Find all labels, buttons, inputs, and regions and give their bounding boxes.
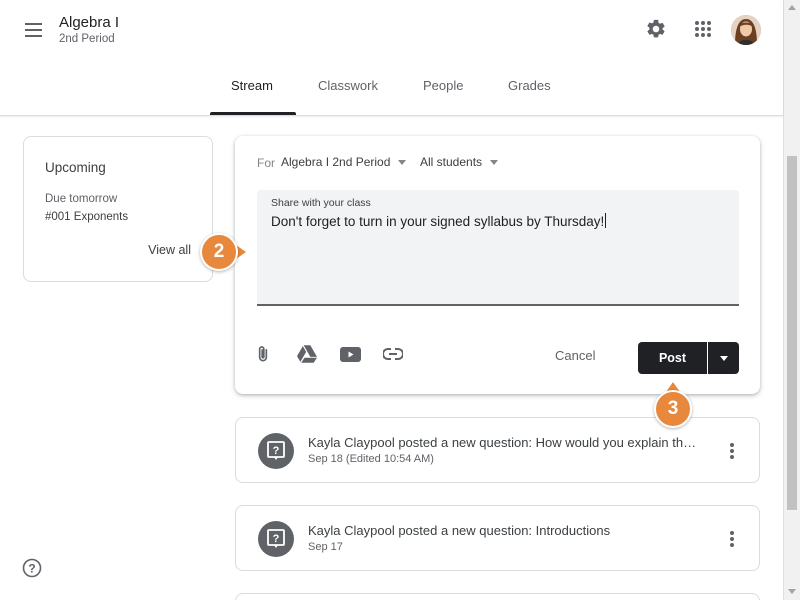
stream-post-partial[interactable] — [235, 593, 760, 600]
question-icon: ? — [258, 521, 294, 557]
active-tab-indicator — [210, 112, 296, 115]
stream-post[interactable]: ? Kayla Claypool posted a new question: … — [235, 505, 760, 571]
help-icon[interactable]: ? — [22, 558, 42, 578]
apps-grid-icon[interactable] — [690, 16, 716, 42]
class-tabs: Stream Classwork People Grades — [0, 68, 783, 116]
app-header: Algebra I 2nd Period Stream Classwork Pe… — [0, 0, 783, 116]
view-all-link[interactable]: View all — [148, 243, 191, 257]
gear-icon[interactable] — [643, 16, 669, 42]
chevron-down-icon — [398, 159, 407, 165]
post-date: Sep 18 (Edited 10:54 AM) — [308, 453, 434, 465]
class-select-dropdown[interactable]: Algebra I 2nd Period — [281, 155, 407, 169]
textarea-label: Share with your class — [271, 197, 371, 209]
post-title: Kayla Claypool posted a new question: In… — [308, 523, 611, 538]
menu-icon-bar — [24, 23, 42, 25]
upcoming-due-label: Due tomorrow — [45, 193, 118, 205]
upcoming-card: Upcoming Due tomorrow #001 Exponents Vie… — [23, 136, 213, 282]
class-period: 2nd Period — [59, 33, 115, 45]
scroll-up-arrow-icon[interactable] — [788, 5, 796, 10]
tab-stream[interactable]: Stream — [231, 78, 273, 93]
scroll-thumb[interactable] — [787, 156, 797, 510]
upcoming-assignment-link[interactable]: #001 Exponents — [45, 211, 128, 223]
audience-select-dropdown[interactable]: All students — [420, 155, 499, 169]
scroll-down-arrow-icon[interactable] — [788, 589, 796, 594]
page-scrollbar[interactable] — [783, 0, 800, 600]
svg-text:?: ? — [273, 445, 280, 457]
svg-text:?: ? — [273, 533, 280, 545]
tab-classwork[interactable]: Classwork — [318, 78, 378, 93]
more-vert-icon[interactable] — [727, 528, 737, 550]
for-label: For — [257, 156, 275, 170]
youtube-icon[interactable] — [339, 343, 361, 365]
text-cursor — [605, 213, 607, 228]
main-menu-button[interactable] — [18, 16, 48, 44]
step-2-callout: 2 — [200, 233, 238, 271]
class-select-value: Algebra I 2nd Period — [281, 155, 391, 169]
drive-icon[interactable] — [296, 343, 318, 365]
step-3-callout: 3 — [654, 390, 692, 428]
post-date: Sep 17 — [308, 541, 343, 553]
chevron-down-icon — [719, 355, 728, 361]
audience-select-value: All students — [420, 155, 483, 169]
menu-icon-bar — [24, 29, 42, 31]
announcement-textarea[interactable]: Share with your class Don't forget to tu… — [257, 190, 739, 306]
attach-icon[interactable] — [252, 343, 274, 365]
post-options-dropdown[interactable] — [708, 342, 739, 374]
question-icon: ? — [258, 433, 294, 469]
class-title[interactable]: Algebra I — [59, 14, 119, 31]
svg-text:?: ? — [28, 562, 35, 576]
upcoming-title: Upcoming — [45, 160, 106, 175]
avatar[interactable] — [731, 15, 761, 45]
link-icon[interactable] — [382, 343, 404, 365]
tab-grades[interactable]: Grades — [508, 78, 551, 93]
announcement-compose-card: For Algebra I 2nd Period All students Sh… — [235, 136, 760, 394]
post-title: Kayla Claypool posted a new question: Ho… — [308, 435, 700, 450]
tab-people[interactable]: People — [423, 78, 463, 93]
menu-icon-bar — [24, 35, 42, 37]
textarea-value: Don't forget to turn in your signed syll… — [271, 213, 607, 229]
chevron-down-icon — [490, 159, 499, 165]
cancel-button[interactable]: Cancel — [555, 348, 595, 363]
more-vert-icon[interactable] — [727, 440, 737, 462]
post-button[interactable]: Post — [638, 342, 707, 374]
stream-post[interactable]: ? Kayla Claypool posted a new question: … — [235, 417, 760, 483]
